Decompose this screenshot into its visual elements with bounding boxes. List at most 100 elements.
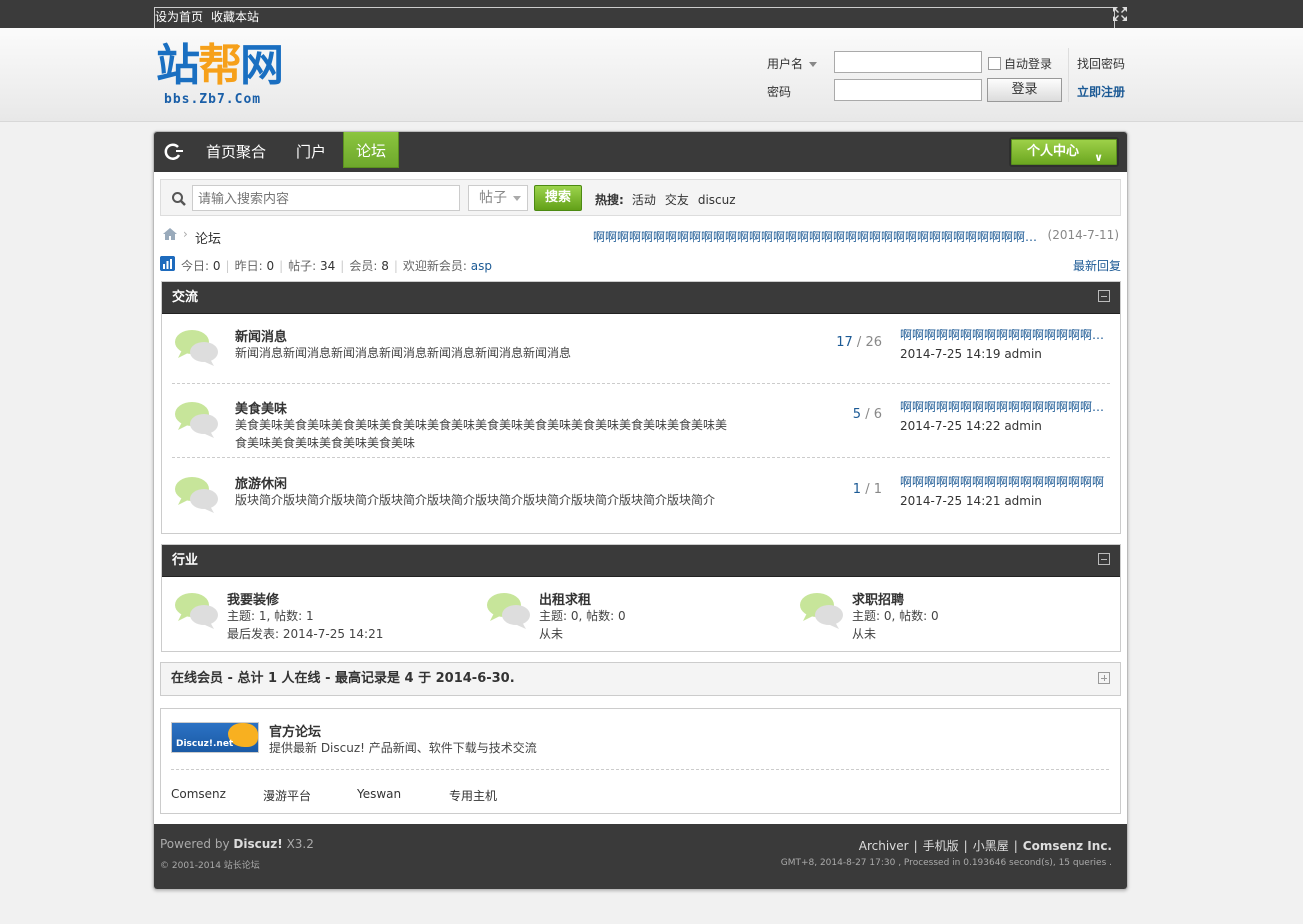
collapse-icon[interactable] bbox=[1098, 290, 1110, 302]
nav-item-portal[interactable]: 门户 bbox=[284, 132, 338, 172]
hot-search-label: 热搜: bbox=[595, 193, 624, 207]
discuz-logo[interactable]: Discuz!.net bbox=[171, 722, 259, 753]
last-post-title[interactable]: 啊啊啊啊啊啊啊啊啊啊啊啊啊啊啊啊啊啊啊 bbox=[900, 398, 1105, 415]
username-input[interactable] bbox=[834, 51, 982, 73]
hot-search: 热搜: 活动 交友 discuz bbox=[595, 191, 745, 208]
forum-stats: 今日: 0 | 昨日: 0 | 帖子: 34 | 会员: 8 | 欢迎新会员: asp 最新回复 bbox=[160, 256, 1121, 276]
forum-desc: 版块简介版块简介版块简介版块简介版块简介版块简介版块简介版块简介版块简介版块简介 bbox=[235, 493, 716, 507]
stats-text: 今日: 0 | 昨日: 0 | 帖子: 34 | 会员: 8 | 欢迎新会员: asp bbox=[181, 259, 492, 273]
search-input[interactable] bbox=[192, 185, 460, 211]
last-post-title[interactable]: 啊啊啊啊啊啊啊啊啊啊啊啊啊啊啊啊啊 bbox=[900, 473, 1105, 490]
forum-name[interactable]: 新闻消息 bbox=[235, 326, 287, 345]
register-link[interactable]: 立即注册 bbox=[1077, 83, 1125, 100]
copyright: © 2001-2014 站长论坛 bbox=[160, 861, 260, 871]
username-label[interactable]: 用户名 bbox=[767, 55, 818, 72]
product-link[interactable]: Discuz! bbox=[233, 837, 282, 851]
forum-desc: 美食美味美食美味美食美味美食美味美食美味美食美味美食美味美食美味美食美味美食美味… bbox=[235, 418, 728, 450]
footer-link-archiver[interactable]: Archiver bbox=[859, 839, 909, 853]
login-button[interactable]: 登录 bbox=[987, 78, 1062, 102]
nav-item-forum[interactable]: 论坛 bbox=[343, 132, 400, 168]
friend-link[interactable]: 专用主机 bbox=[449, 787, 497, 804]
last-post-meta: 2014-7-25 14:22 admin bbox=[900, 419, 1042, 433]
new-member-link[interactable]: asp bbox=[471, 259, 492, 273]
set-home-link[interactable]: 设为首页 bbox=[155, 10, 203, 24]
forum-last-line: 从未 bbox=[539, 627, 564, 641]
site-logo[interactable]: 站帮网 bbs.Zb7.Com bbox=[156, 40, 326, 120]
friend-link[interactable]: Yeswan bbox=[357, 787, 401, 801]
refresh-icon[interactable] bbox=[164, 143, 184, 161]
forum-counts: 1 / 1 bbox=[852, 482, 882, 497]
friend-link[interactable]: Comsenz bbox=[171, 787, 226, 801]
chat-bubble-icon bbox=[175, 477, 218, 513]
forum-row: 新闻消息 新闻消息新闻消息新闻消息新闻消息新闻消息新闻消息新闻消息 17 / 2… bbox=[172, 326, 1110, 386]
user-center-button[interactable]: 个人中心 ∨ bbox=[1009, 137, 1119, 167]
category-title[interactable]: 交流 bbox=[172, 290, 198, 305]
friend-link[interactable]: 漫游平台 bbox=[263, 787, 311, 804]
forum-row: 美食美味 美食美味美食美味美食美味美食美味美食美味美食美味美食美味美食美味美食美… bbox=[172, 398, 1110, 462]
fullscreen-icon[interactable] bbox=[1112, 6, 1128, 22]
breadcrumb: › 论坛 啊啊啊啊啊啊啊啊啊啊啊啊啊啊啊啊啊啊啊啊啊啊啊啊啊啊啊啊啊啊啊啊啊啊啊… bbox=[160, 227, 1121, 247]
featured-link-name[interactable]: 官方论坛 bbox=[269, 721, 321, 740]
search-type-select[interactable]: 帖子 bbox=[468, 185, 528, 211]
forum-name[interactable]: 我要装修 bbox=[227, 589, 279, 608]
forum-cell: 出租求租 主题: 0, 帖数: 0 从未 bbox=[484, 589, 784, 649]
footer-link-mobile[interactable]: 手机版 bbox=[923, 839, 959, 853]
expand-icon[interactable] bbox=[1098, 672, 1110, 684]
search-type-value: 帖子 bbox=[479, 190, 507, 206]
forum-last-line: 最后发表: 2014-7-25 14:21 bbox=[227, 627, 384, 641]
collapse-icon[interactable] bbox=[1098, 553, 1110, 565]
chat-bubble-icon bbox=[175, 593, 218, 629]
auto-login-checkbox[interactable] bbox=[988, 57, 1001, 70]
chat-bubble-icon bbox=[175, 330, 218, 366]
footer-company-link[interactable]: Comsenz Inc. bbox=[1023, 839, 1112, 853]
password-input[interactable] bbox=[834, 79, 982, 101]
hot-keyword[interactable]: discuz bbox=[698, 193, 736, 207]
category-header: 行业 bbox=[162, 545, 1120, 577]
breadcrumb-current[interactable]: 论坛 bbox=[195, 228, 221, 247]
footer-link-blackroom[interactable]: 小黑屋 bbox=[973, 839, 1009, 853]
favorite-link[interactable]: 收藏本站 bbox=[211, 10, 259, 24]
divider bbox=[172, 383, 1110, 384]
friend-links: Discuz!.net 官方论坛 提供最新 Discuz! 产品新闻、软件下载与… bbox=[160, 708, 1121, 814]
chat-bubble-icon bbox=[800, 593, 843, 629]
forum-name[interactable]: 求职招聘 bbox=[852, 589, 904, 608]
announcement-link[interactable]: 啊啊啊啊啊啊啊啊啊啊啊啊啊啊啊啊啊啊啊啊啊啊啊啊啊啊啊啊啊啊啊啊啊啊啊啊啊啊啊啊… bbox=[593, 228, 1040, 245]
last-post-title[interactable]: 啊啊啊啊啊啊啊啊啊啊啊啊啊啊啊啊啊 ... bbox=[900, 326, 1105, 343]
last-post-meta: 2014-7-25 14:19 admin bbox=[900, 347, 1042, 361]
logo-domain: bbs.Zb7.Com bbox=[164, 92, 262, 107]
processing-info: GMT+8, 2014-8-27 17:30 , Processed in 0.… bbox=[780, 858, 1112, 868]
category-industry: 行业 我要装修 主题: 1, 帖数: 1 最后发表: 2014-7-25 14:… bbox=[161, 544, 1121, 652]
stats-chart-icon bbox=[160, 256, 175, 271]
forum-name[interactable]: 美食美味 bbox=[235, 398, 287, 417]
category-title[interactable]: 行业 bbox=[172, 553, 198, 568]
auto-login-label: 自动登录 bbox=[1004, 57, 1053, 71]
forgot-password-link[interactable]: 找回密码 bbox=[1077, 55, 1125, 72]
hot-keyword[interactable]: 交友 bbox=[665, 193, 689, 207]
discuz-logo-text: Discuz!.net bbox=[176, 739, 234, 749]
chevron-down-icon bbox=[513, 196, 521, 201]
featured-link-desc: 提供最新 Discuz! 产品新闻、软件下载与技术交流 bbox=[269, 741, 537, 755]
password-label: 密码 bbox=[767, 85, 792, 99]
online-members-bar[interactable]: 在线会员 - 总计 1 人在线 - 最高记录是 4 于 2014-6-30. bbox=[160, 662, 1121, 696]
category-exchange: 交流 新闻消息 新闻消息新闻消息新闻消息新闻消息新闻消息新闻消息新闻消息 17 … bbox=[161, 281, 1121, 534]
logo-mark: 站帮网 bbox=[156, 40, 284, 91]
last-post-meta: 2014-7-25 14:21 admin bbox=[900, 494, 1042, 508]
forum-counts: 5 / 6 bbox=[852, 407, 882, 422]
main-container: 首页聚合 门户 论坛 个人中心 ∨ 帖子 搜索 热搜: 活动交友 discuz › 论… bbox=[153, 131, 1128, 890]
main-nav: 首页聚合 门户 论坛 个人中心 ∨ bbox=[154, 132, 1127, 172]
nav-item-home[interactable]: 首页聚合 bbox=[194, 132, 278, 172]
footer: Powered by Discuz! X3.2 © 2001-2014 站长论坛… bbox=[154, 824, 1127, 889]
latest-reply-link[interactable]: 最新回复 bbox=[1073, 257, 1121, 274]
chat-bubble-icon bbox=[487, 593, 530, 629]
forum-desc: 新闻消息新闻消息新闻消息新闻消息新闻消息新闻消息新闻消息 bbox=[235, 346, 572, 360]
forum-name[interactable]: 出租求租 bbox=[539, 589, 591, 608]
search-button[interactable]: 搜索 bbox=[534, 185, 582, 211]
home-icon[interactable] bbox=[162, 227, 178, 241]
divider bbox=[171, 769, 1109, 770]
forum-name[interactable]: 旅游休闲 bbox=[235, 473, 287, 492]
chevron-down-icon bbox=[809, 62, 818, 67]
divider bbox=[172, 457, 1110, 458]
divider bbox=[1068, 48, 1069, 102]
forum-counts: 17 / 26 bbox=[836, 335, 882, 350]
hot-keyword[interactable]: 活动 bbox=[632, 193, 656, 207]
